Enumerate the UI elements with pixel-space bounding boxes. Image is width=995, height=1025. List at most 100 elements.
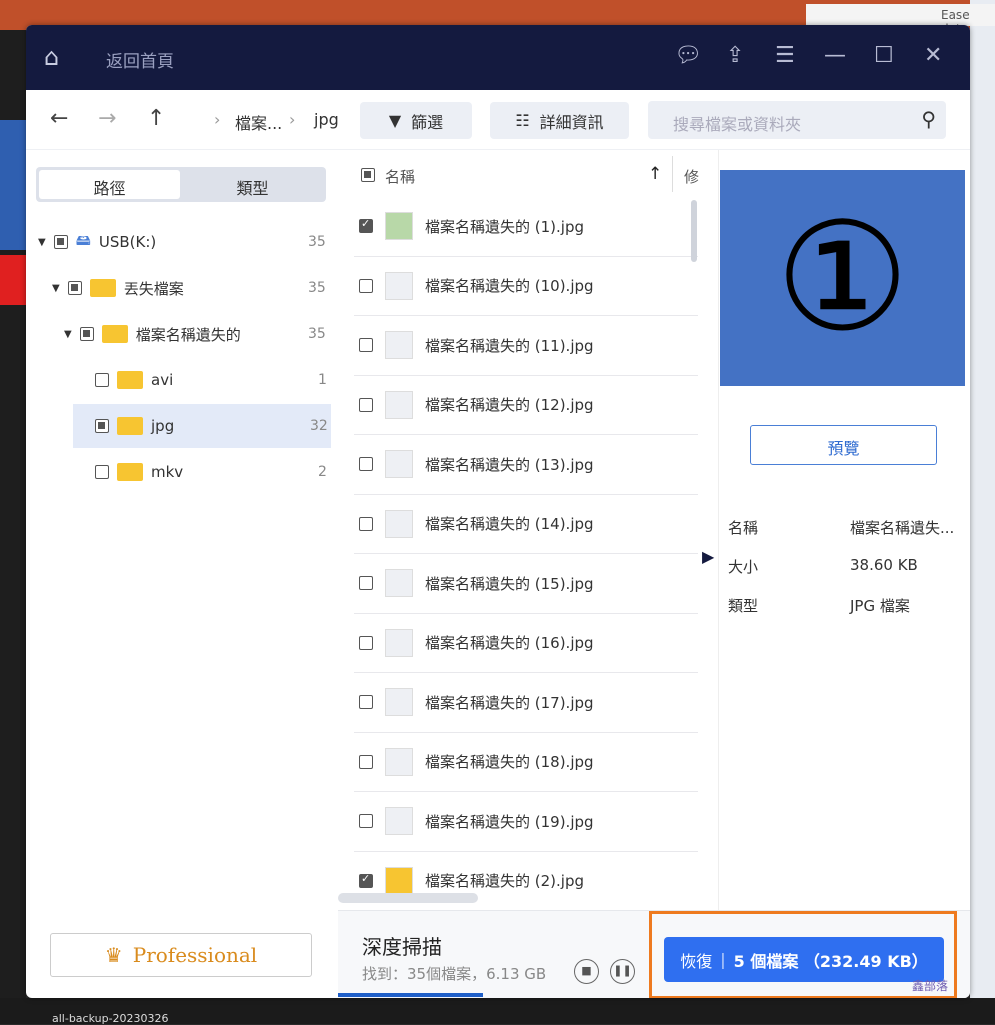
details-label: 詳細資訊 xyxy=(539,112,604,132)
breadcrumb-item[interactable]: 檔案... xyxy=(235,110,282,134)
checkbox[interactable] xyxy=(67,281,82,295)
file-row[interactable]: 檔案名稱遺失的 (13).jpg xyxy=(354,435,698,495)
file-row[interactable]: 檔案名稱遺失的 (14).jpg xyxy=(354,495,698,554)
thumbnail-image xyxy=(385,509,413,538)
pause-icon[interactable]: ❚❚ xyxy=(610,959,635,984)
feedback-icon[interactable]: 💬︎ xyxy=(674,43,702,68)
tree-node-lost-files[interactable]: ▼ 丟失檔案 35 xyxy=(52,266,328,310)
recover-highlight: 恢復 | 5 個檔案 （232.49 KB） 鑫部落 xyxy=(649,911,957,998)
tab-type[interactable]: 類型 xyxy=(182,170,323,199)
file-row[interactable]: 檔案名稱遺失的 (17).jpg xyxy=(354,673,698,733)
file-row[interactable]: 檔案名稱遺失的 (15).jpg xyxy=(354,554,698,614)
file-list: 名稱 ↑ 修 檔案名稱遺失的 (1).jpg 檔案名稱遺失的 (10).jpg 檔案… xyxy=(338,150,718,910)
tree-node-jpg[interactable]: jpg 32 xyxy=(73,404,331,448)
checkbox[interactable] xyxy=(359,338,373,353)
checkbox[interactable] xyxy=(359,635,373,650)
back-arrow-icon[interactable]: ← xyxy=(50,106,68,131)
tree-node-mkv[interactable]: mkv 2 xyxy=(73,450,331,494)
checkbox[interactable] xyxy=(95,465,109,479)
thumbnail-image xyxy=(385,569,413,598)
file-row[interactable]: 檔案名稱遺失的 (16).jpg xyxy=(354,614,698,673)
scan-title: 深度掃描 xyxy=(362,935,442,959)
search-input[interactable]: 搜尋檔案或資料夾 ⚲ xyxy=(648,101,946,139)
checkbox[interactable] xyxy=(359,754,373,769)
upload-icon[interactable]: ⇪ xyxy=(726,43,744,68)
vertical-scrollbar[interactable] xyxy=(691,200,697,262)
detail-panel: ① 預覽 名稱 檔案名稱遺失... 大小 38.60 KB 類型 JPG 檔案 xyxy=(718,150,970,910)
checkbox[interactable] xyxy=(359,695,373,710)
thumbnail-image xyxy=(385,807,413,836)
checkbox[interactable] xyxy=(359,516,373,531)
checkbox[interactable] xyxy=(359,576,373,591)
folder-icon xyxy=(117,417,143,435)
search-icon[interactable]: ⚲ xyxy=(921,107,936,131)
file-name: 檔案名稱遺失的 (1).jpg xyxy=(425,217,584,236)
file-name: 檔案名稱遺失的 (15).jpg xyxy=(425,574,594,593)
type-label: 類型 xyxy=(728,597,759,615)
select-all-checkbox[interactable] xyxy=(361,168,375,182)
column-modified[interactable]: 修 xyxy=(684,166,699,187)
background-window xyxy=(970,0,995,1024)
file-row[interactable]: 檔案名稱遺失的 (10).jpg xyxy=(354,257,698,316)
name-value: 檔案名稱遺失... xyxy=(850,519,955,537)
checkbox[interactable] xyxy=(359,457,373,472)
thumbnail-image xyxy=(385,271,413,300)
tree-label: jpg xyxy=(151,417,175,435)
up-arrow-icon[interactable]: ↑ xyxy=(147,106,165,131)
checkbox[interactable] xyxy=(53,235,68,249)
file-name: 檔案名稱遺失的 (17).jpg xyxy=(425,693,594,712)
preview-button[interactable]: 預覽 xyxy=(750,425,937,465)
checkbox[interactable] xyxy=(359,278,373,293)
tree-label: avi xyxy=(151,371,174,389)
checkbox[interactable] xyxy=(95,419,109,433)
tree-node-usb[interactable]: ▼ 🖴︎ USB(K:) 35 xyxy=(38,220,328,264)
size-label: 大小 xyxy=(728,558,759,576)
column-name[interactable]: 名稱 xyxy=(385,166,415,187)
thumbnail-image xyxy=(385,628,413,657)
maximize-icon[interactable]: ☐ xyxy=(874,43,894,68)
stop-icon[interactable]: ■ xyxy=(574,959,599,984)
sort-up-icon[interactable]: ↑ xyxy=(648,164,662,184)
minimize-icon[interactable]: — xyxy=(824,43,846,68)
filter-button[interactable]: ▼ 篩選 xyxy=(360,102,472,139)
file-name: 檔案名稱遺失的 (16).jpg xyxy=(425,634,594,653)
menu-icon[interactable]: ☰ xyxy=(775,43,795,68)
collapse-panel-icon[interactable]: ▶ xyxy=(702,547,714,566)
toolbar: ← → ↑ › 檔案... › jpg ▼ 篩選 ☷ 詳細資訊 搜尋檔案或資料夾 ⚲ xyxy=(26,90,970,150)
checkbox[interactable] xyxy=(359,217,373,234)
checkbox[interactable] xyxy=(359,814,373,829)
thumbnail-image xyxy=(385,747,413,776)
home-icon[interactable]: ⌂ xyxy=(44,43,59,71)
recover-button[interactable]: 恢復 | 5 個檔案 （232.49 KB） xyxy=(664,937,944,982)
checkbox[interactable] xyxy=(359,397,373,412)
taskbar-item[interactable]: all-backup-20230326 xyxy=(0,998,995,1025)
tree-node-avi[interactable]: avi 1 xyxy=(73,358,331,402)
breadcrumb-item[interactable]: jpg xyxy=(314,110,339,129)
tab-path[interactable]: 路徑 xyxy=(39,170,180,199)
folder-icon xyxy=(89,279,116,297)
checkbox[interactable] xyxy=(95,373,109,387)
professional-button[interactable]: ♛ Professional xyxy=(50,933,312,977)
filter-label: 篩選 xyxy=(411,112,444,132)
file-row[interactable]: 檔案名稱遺失的 (19).jpg xyxy=(354,792,698,852)
file-row[interactable]: 檔案名稱遺失的 (18).jpg xyxy=(354,733,698,792)
file-row[interactable]: 檔案名稱遺失的 (11).jpg xyxy=(354,316,698,376)
checkbox[interactable] xyxy=(359,872,373,888)
file-name: 檔案名稱遺失的 (2).jpg xyxy=(425,872,584,891)
file-row[interactable]: 檔案名稱遺失的 (12).jpg xyxy=(354,376,698,435)
thumbnail-image xyxy=(385,331,413,360)
folder-icon xyxy=(117,371,143,389)
checkbox[interactable] xyxy=(79,327,94,341)
folder-icon xyxy=(101,325,128,343)
details-button[interactable]: ☷ 詳細資訊 xyxy=(490,102,629,139)
preview-image: ① xyxy=(720,170,965,386)
back-home-link[interactable]: 返回首頁 xyxy=(106,47,174,72)
close-icon[interactable]: ✕ xyxy=(924,43,942,68)
forward-arrow-icon[interactable]: → xyxy=(98,106,116,131)
file-row[interactable]: 檔案名稱遺失的 (1).jpg xyxy=(354,197,698,257)
tree-node-unnamed[interactable]: ▼ 檔案名稱遺失的 35 xyxy=(64,312,328,356)
watermark: 鑫部落 xyxy=(911,979,948,993)
tree-label: USB(K:) xyxy=(98,233,157,251)
horizontal-scrollbar[interactable] xyxy=(338,893,478,903)
scan-status: 找到：35個檔案，6.13 GB xyxy=(362,965,547,983)
